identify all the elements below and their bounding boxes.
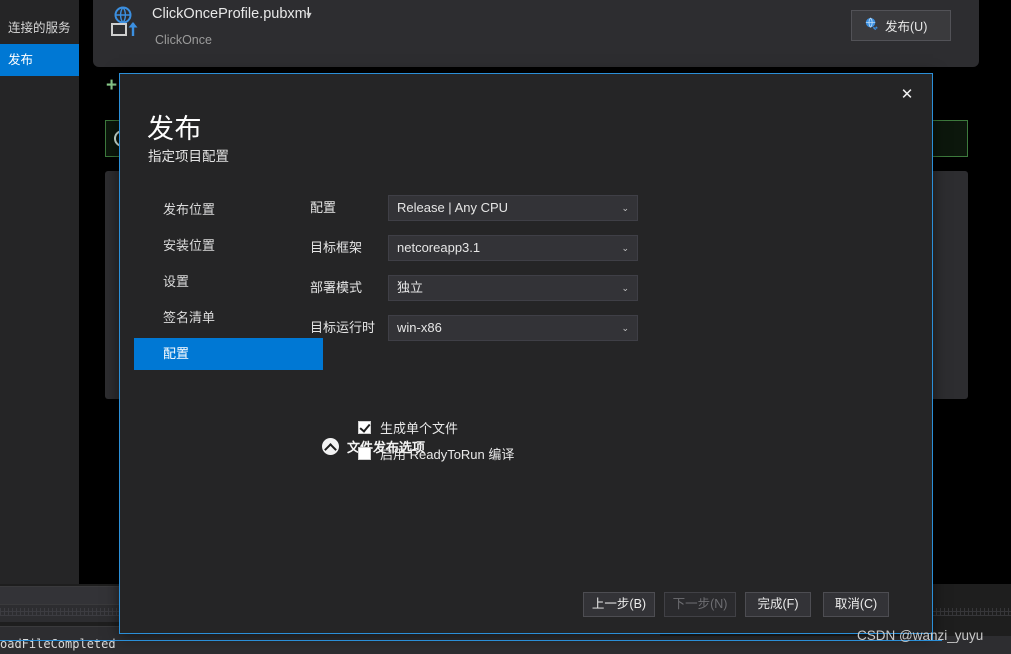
select-value: 独立 <box>397 280 424 295</box>
watermark-text: CSDN @wanzi_yuyu <box>857 628 984 643</box>
dialog-subtitle: 指定项目配置 <box>148 149 229 164</box>
step-publish-location[interactable]: 发布位置 <box>134 194 309 226</box>
step-configuration[interactable]: 配置 <box>134 338 323 370</box>
application-window: 连接的服务 发布 ClickOnceProfile.pubxml ▼ Click… <box>0 0 1011 654</box>
field-label: 目标框架 <box>310 240 363 255</box>
step-label: 发布位置 <box>163 202 216 217</box>
step-label: 配置 <box>163 346 190 361</box>
target-runtime-select[interactable]: win-x86 ⌄ <box>388 315 638 341</box>
back-button[interactable]: 上一步(B) <box>583 592 655 617</box>
button-label: 完成(F) <box>757 597 799 611</box>
publish-dialog: ✕ 发布 指定项目配置 发布位置 安装位置 设置 签名清单 配置 配置 Rele… <box>119 73 933 634</box>
step-label: 签名清单 <box>163 310 216 325</box>
chevron-down-icon: ⌄ <box>621 243 629 253</box>
left-sidebar: 连接的服务 发布 <box>0 0 79 654</box>
chevron-down-icon: ⌄ <box>621 203 629 213</box>
next-button: 下一步(N) <box>664 592 736 617</box>
button-label: 下一步(N) <box>672 597 728 611</box>
checkbox-enable-readytorun[interactable]: 启用 ReadyToRun 编译 <box>358 444 514 463</box>
dialog-steps-list: 发布位置 安装位置 设置 签名清单 配置 <box>134 194 323 374</box>
step-install-location[interactable]: 安装位置 <box>134 230 309 262</box>
select-value: win-x86 <box>397 320 442 335</box>
globe-publish-icon <box>864 17 879 35</box>
dialog-title: 发布 <box>147 114 202 144</box>
field-label: 部署模式 <box>310 280 363 295</box>
chevron-down-icon[interactable]: ▼ <box>303 9 315 21</box>
button-label: 上一步(B) <box>591 597 647 611</box>
deployment-mode-select[interactable]: 独立 ⌄ <box>388 275 638 301</box>
configuration-select[interactable]: Release | Any CPU ⌄ <box>388 195 638 221</box>
sidebar-item-label: 连接的服务 <box>8 21 71 35</box>
step-label: 设置 <box>163 274 190 289</box>
publish-button-label: 发布(U) <box>885 20 928 34</box>
step-settings[interactable]: 设置 <box>134 266 309 298</box>
checkbox-label: 生成单个文件 <box>380 421 459 436</box>
cancel-button[interactable]: 取消(C) <box>823 592 889 617</box>
close-icon[interactable]: ✕ <box>892 82 922 108</box>
step-label: 安装位置 <box>163 238 216 253</box>
field-label: 目标运行时 <box>310 320 376 335</box>
target-framework-select[interactable]: netcoreapp3.1 ⌄ <box>388 235 638 261</box>
sidebar-item-publish[interactable]: 发布 <box>0 44 79 76</box>
button-label: 取消(C) <box>834 597 878 611</box>
select-value: netcoreapp3.1 <box>397 240 481 255</box>
select-value: Release | Any CPU <box>397 200 509 215</box>
chevron-down-icon: ⌄ <box>621 283 629 293</box>
checkbox-input[interactable] <box>358 447 371 460</box>
checkbox-input[interactable] <box>358 421 371 434</box>
checkbox-label: 启用 ReadyToRun 编译 <box>380 447 515 462</box>
watermark-line-horizontal <box>0 640 942 641</box>
publish-profile-name: ClickOnceProfile.pubxml <box>152 6 310 22</box>
chevron-up-icon <box>322 438 339 455</box>
publish-profile-icon <box>110 6 142 40</box>
finish-button[interactable]: 完成(F) <box>745 592 811 617</box>
publish-profile-type: ClickOnce <box>155 33 212 47</box>
step-signature-manifest[interactable]: 签名清单 <box>134 302 309 334</box>
chevron-down-icon: ⌄ <box>621 323 629 333</box>
sidebar-item-label: 发布 <box>8 53 34 67</box>
checkbox-produce-single-file[interactable]: 生成单个文件 <box>358 418 458 437</box>
publish-button[interactable]: 发布(U) <box>851 10 951 41</box>
sidebar-item-connected-services[interactable]: 连接的服务 <box>0 12 79 44</box>
field-label: 配置 <box>310 200 337 215</box>
